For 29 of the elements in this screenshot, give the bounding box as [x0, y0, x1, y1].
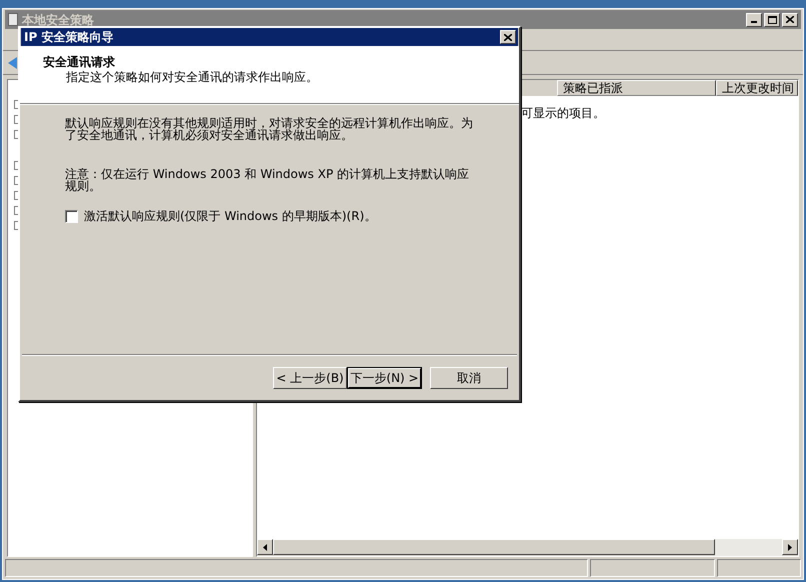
- horizontal-scrollbar[interactable]: [257, 539, 798, 556]
- wizard-button[interactable]: < 上一步(B): [273, 367, 347, 389]
- maximize-button[interactable]: [764, 12, 780, 26]
- wizard-heading: 安全通讯请求: [43, 55, 116, 70]
- right-arrow-icon: [788, 544, 792, 550]
- empty-list-message: 可显示的项目。: [521, 105, 605, 122]
- column-header[interactable]: 策略已指派: [557, 80, 716, 96]
- maximize-icon: [768, 16, 776, 24]
- close-button[interactable]: [782, 12, 798, 26]
- wizard-button[interactable]: 取消: [430, 367, 508, 389]
- scroll-thumb[interactable]: [273, 539, 715, 555]
- left-arrow-icon: [263, 544, 267, 550]
- checkbox-label[interactable]: 激活默认响应规则(仅限于 Windows 的早期版本)(R)。: [84, 207, 376, 225]
- close-icon: [786, 16, 794, 23]
- scroll-right-button[interactable]: [782, 539, 798, 555]
- minimize-button[interactable]: [746, 12, 762, 26]
- wizard-subheading: 指定这个策略如何对安全通讯的请求作出响应。: [65, 70, 319, 85]
- document-icon: [8, 13, 18, 26]
- dialog-title: IP 安全策略向导: [24, 29, 114, 46]
- column-header[interactable]: 上次更改时间: [716, 80, 798, 96]
- scroll-left-button[interactable]: [257, 539, 273, 555]
- window-title: 本地安全策略: [22, 12, 94, 28]
- close-icon: [504, 34, 512, 40]
- back-arrow-icon[interactable]: [7, 56, 19, 70]
- close-button[interactable]: [500, 30, 516, 44]
- wizard-button[interactable]: 下一步(N) >: [347, 367, 422, 389]
- paragraph: 默认响应规则在没有其他规则适用时，对请求安全的远程计算机作出响应。为了安全地通讯，计算机必须对安全通讯请求做出响应。: [65, 117, 474, 141]
- paragraph: 注意：仅在运行 Windows 2003 和 Windows XP 的计算机上支持默认响应规则。: [65, 168, 470, 192]
- checkbox[interactable]: [65, 210, 78, 222]
